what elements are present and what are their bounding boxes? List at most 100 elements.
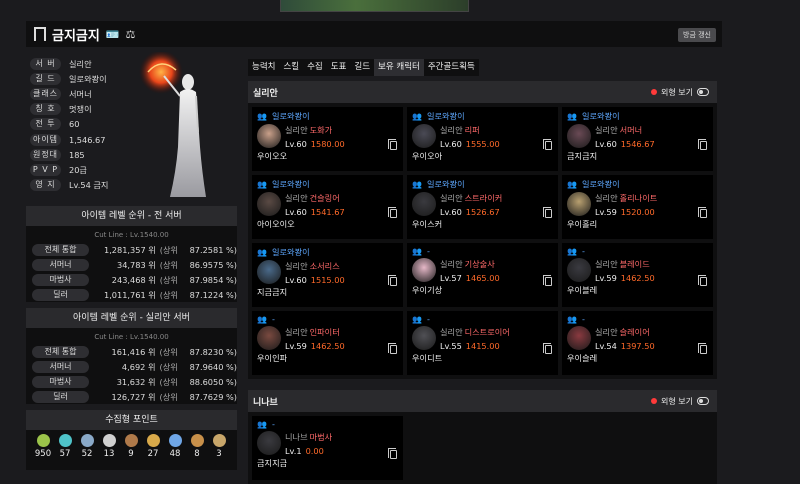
card-class: 실리안 소서리스 <box>285 260 345 272</box>
tab-1[interactable]: 스킬 <box>279 59 303 76</box>
rank-label: 마법사 <box>32 375 89 388</box>
rank-all-cutline: Cut Line : Lv.1540.00 <box>94 231 169 239</box>
copy-icon[interactable] <box>543 207 552 218</box>
rank-label-cell: 전체 통합 <box>32 344 90 359</box>
copy-icon[interactable] <box>388 343 397 354</box>
rank-value: 126,727 위 <box>111 391 156 402</box>
card-item-level: 1515.00 <box>310 275 345 285</box>
character-card[interactable]: 👥 일로와봥이 실리안 서머너 Lv.60 1546.67 금지금지 <box>562 107 713 171</box>
collect-item[interactable]: 48 <box>164 434 186 459</box>
card-combat-level: Lv.59 <box>595 207 617 217</box>
collect-item[interactable]: 3 <box>208 434 230 459</box>
rank-row: 마법사 31,632 위 (상위 88.6050 %) <box>32 374 237 389</box>
guild-name: - <box>271 314 275 324</box>
card-combat-level: Lv.59 <box>595 273 617 283</box>
collect-item[interactable]: 52 <box>76 434 98 459</box>
refresh-button[interactable]: 방금 갱신 <box>678 28 716 42</box>
tab-6[interactable]: 주간골드획득 <box>424 59 479 76</box>
collect-count: 13 <box>103 449 115 459</box>
rank-percent: 87.9854 %) <box>189 274 237 285</box>
guild-members-icon: 👥 <box>567 179 577 189</box>
card-item-level: 1580.00 <box>310 139 345 149</box>
tab-2[interactable]: 수집 <box>303 59 327 76</box>
character-card[interactable]: 👥 일로와봥이 실리안 도화가 Lv.60 1580.00 우이오오 <box>252 107 403 171</box>
character-card[interactable]: 👥 - 실리안 블레이드 Lv.59 1462.50 우이블레 <box>562 243 713 307</box>
card-text: 실리안 슬레이어 Lv.54 1397.50 <box>595 326 655 351</box>
appearance-toggle[interactable]: 외형 보기 <box>651 87 709 98</box>
card-job: 서머너 <box>619 125 643 135</box>
collect-item[interactable]: 27 <box>142 434 164 459</box>
card-text: 실리안 홀리나이트 Lv.59 1520.00 <box>595 192 657 217</box>
scale-icon[interactable]: ⚖ <box>126 28 136 41</box>
collect-item[interactable]: 13 <box>98 434 120 459</box>
card-server: 실리안 <box>595 259 618 269</box>
character-card[interactable]: 👥 - 실리안 인파이터 Lv.59 1462.50 우이인파 <box>252 311 403 375</box>
card-class: 실리안 서머너 <box>595 124 655 136</box>
rank-label-cell: 마법사 <box>32 272 90 287</box>
card-job: 인파이터 <box>309 327 340 337</box>
copy-icon[interactable] <box>698 343 707 354</box>
rank-value: 1,011,761 위 <box>103 289 156 300</box>
tab-5[interactable]: 보유 캐릭터 <box>374 59 424 76</box>
tab-4[interactable]: 길드 <box>350 59 374 76</box>
card-text: 실리안 디스트로이어 Lv.55 1415.00 <box>440 326 510 351</box>
copy-icon[interactable] <box>698 275 707 286</box>
character-card[interactable]: 👥 - 실리안 디스트로이어 Lv.55 1415.00 우이디트 <box>407 311 558 375</box>
character-card[interactable]: 👥 일로와봥이 실리안 리퍼 Lv.60 1555.00 우이오아 <box>407 107 558 171</box>
copy-icon[interactable] <box>698 139 707 150</box>
copy-icon[interactable] <box>388 207 397 218</box>
card-body: 실리안 디스트로이어 Lv.55 1415.00 <box>412 326 553 351</box>
collect-item[interactable]: 57 <box>54 434 76 459</box>
character-card[interactable]: 👥 일로와봥이 실리안 소서리스 Lv.60 1515.00 지금금지 <box>252 243 403 307</box>
collect-item[interactable]: 950 <box>32 434 54 459</box>
copy-icon[interactable] <box>388 448 397 459</box>
character-header: 금지금지 🪪 ⚖ 방금 갱신 <box>26 21 722 47</box>
toggle-switch-icon[interactable] <box>697 397 709 405</box>
rank-server-cutline: Cut Line : Lv.1540.00 <box>94 333 169 341</box>
guild-members-icon: 👥 <box>257 247 267 257</box>
copy-icon[interactable] <box>388 139 397 150</box>
character-avatar <box>567 258 591 282</box>
tab-3[interactable]: 도표 <box>327 59 351 76</box>
profile-value: 60 <box>69 119 80 130</box>
card-level: Lv.57 1465.00 <box>440 273 500 283</box>
card-combat-level: Lv.60 <box>440 207 462 217</box>
card-server: 실리안 <box>440 327 463 337</box>
character-card[interactable]: 👥 - 실리안 슬레이어 Lv.54 1397.50 우이슬레 <box>562 311 713 375</box>
profile-row: 칭 호 멋쟁이 <box>30 102 108 117</box>
character-card[interactable]: 👥 일로와봥이 실리안 건슬링어 Lv.60 1541.67 아이오이오 <box>252 175 403 239</box>
rank-label: 서머너 <box>32 258 89 271</box>
card-class: 실리안 홀리나이트 <box>595 192 657 204</box>
card-level: Lv.59 1520.00 <box>595 207 657 217</box>
omnium-star-icon <box>124 434 138 447</box>
card-job: 블레이드 <box>619 259 650 269</box>
id-card-icon[interactable]: 🪪 <box>106 28 120 41</box>
left-column: 서 버 실리안 길 드 일로와봥이 클래스 서머너 칭 호 멋쟁이 전 투 60 아이템 1,546.… <box>26 52 237 477</box>
copy-icon[interactable] <box>543 139 552 150</box>
card-item-level: 1526.67 <box>465 207 500 217</box>
copy-icon[interactable] <box>543 343 552 354</box>
bookmark-icon[interactable] <box>34 27 46 41</box>
rank-percent: 88.6050 %) <box>189 376 237 387</box>
profile-label: 아이템 <box>30 133 61 146</box>
copy-icon[interactable] <box>388 275 397 286</box>
collect-item[interactable]: 8 <box>186 434 208 459</box>
card-server: 실리안 <box>440 193 463 203</box>
copy-icon[interactable] <box>698 207 707 218</box>
card-class: 니나브 마법사 <box>285 431 332 443</box>
character-card[interactable]: 👥 - 니나브 마법사 Lv.1 0.00 금지지금 <box>252 416 403 480</box>
card-item-level: 1520.00 <box>620 207 655 217</box>
collect-count: 3 <box>216 449 222 459</box>
tab-0[interactable]: 능력치 <box>248 59 279 76</box>
card-class: 실리안 인파이터 <box>285 326 345 338</box>
card-combat-level: Lv.60 <box>440 139 462 149</box>
appearance-toggle[interactable]: 외형 보기 <box>651 396 709 407</box>
collect-item[interactable]: 9 <box>120 434 142 459</box>
character-card[interactable]: 👥 일로와봥이 실리안 홀리나이트 Lv.59 1520.00 우이홀리 <box>562 175 713 239</box>
card-combat-level: Lv.57 <box>440 273 462 283</box>
copy-icon[interactable] <box>543 275 552 286</box>
card-text: 니나브 마법사 Lv.1 0.00 <box>285 431 332 456</box>
character-card[interactable]: 👥 - 실리안 기상술사 Lv.57 1465.00 우이기상 <box>407 243 558 307</box>
toggle-switch-icon[interactable] <box>697 88 709 96</box>
character-card[interactable]: 👥 일로와봥이 실리안 스트라이커 Lv.60 1526.67 우이스커 <box>407 175 558 239</box>
